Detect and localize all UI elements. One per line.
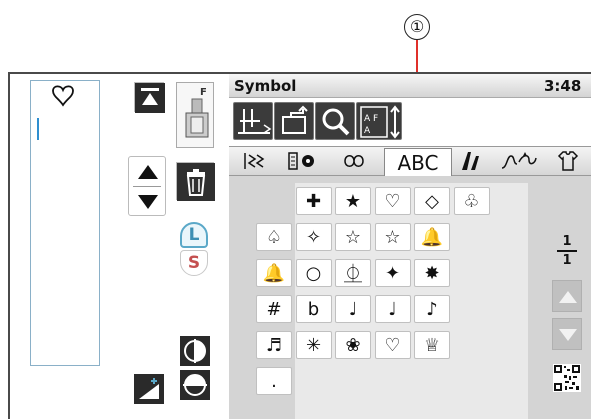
symbol-cell[interactable]: ☆ (374, 223, 411, 251)
top-of-pattern-button[interactable] (134, 82, 165, 113)
character-spacing-button[interactable]: AFA (356, 102, 402, 140)
symbol-cell[interactable]: ✦ (374, 259, 411, 287)
symbol-cell[interactable]: b (295, 295, 332, 323)
symbol-cell[interactable]: ✸ (414, 259, 450, 287)
tab-satin[interactable] (454, 146, 488, 176)
elongation-button[interactable] (134, 374, 164, 404)
page-down-button[interactable] (552, 318, 582, 350)
mirror-horizontal-button[interactable] (180, 370, 210, 400)
zoom-icon (322, 108, 350, 136)
needle-position-icon (238, 109, 272, 134)
symbol-cell[interactable]: ★ (335, 187, 371, 215)
up-down-selector[interactable] (128, 156, 166, 216)
decorative-tab-icon (344, 155, 364, 167)
symbol-cell[interactable]: # (256, 295, 292, 323)
page-up-button[interactable] (552, 280, 582, 312)
clock: 3:48 (544, 77, 582, 95)
mode-title: Symbol (234, 77, 297, 95)
page-current: 1 (562, 234, 572, 249)
text-cursor (37, 118, 39, 140)
delete-button[interactable] (176, 162, 215, 201)
symbol-cell[interactable]: ♡ (374, 331, 411, 359)
needle-position-button[interactable] (233, 102, 273, 140)
page-indicator: 1 1 (555, 234, 579, 268)
page-total: 1 (562, 252, 572, 268)
symbol-cell[interactable]: ○ (295, 259, 332, 287)
symbol-cell[interactable]: ❀ (335, 331, 371, 359)
large-size-button[interactable]: L (180, 222, 208, 248)
symbol-cell[interactable]: ♩ (335, 295, 371, 323)
mirror-vertical-button[interactable] (180, 336, 210, 366)
symbol-cell[interactable]: . (256, 367, 292, 395)
memory-return-icon (282, 105, 308, 134)
chevron-up-icon (559, 291, 577, 303)
applique-tab-icon (501, 152, 537, 169)
symbol-cell[interactable]: ♪ (414, 295, 450, 323)
symbol-cell[interactable]: 🔔 (256, 259, 292, 287)
tab-abc[interactable]: ABC (384, 148, 452, 177)
buttonhole-tab-icon (288, 152, 314, 170)
heart-preview-icon (50, 84, 76, 108)
svg-text:F: F (373, 114, 378, 124)
qr-code-icon[interactable] (553, 364, 581, 392)
garment-tab-icon (557, 151, 579, 171)
symbol-cell[interactable]: ♬ (256, 331, 292, 359)
satin-tab-icon (462, 152, 479, 170)
symbol-cell[interactable]: ♕ (414, 331, 450, 359)
chevron-down-icon (559, 329, 577, 341)
character-spacing-icon: A FA (360, 105, 400, 139)
svg-text:A: A (364, 126, 371, 136)
symbol-cell[interactable]: ✧ (295, 223, 332, 251)
symbol-cell[interactable]: ✚ (295, 187, 332, 215)
symbol-cell[interactable]: ♡ (374, 187, 411, 215)
symbol-cell[interactable]: ☆ (335, 223, 371, 251)
memory-return-button[interactable] (274, 102, 314, 140)
symbol-cell[interactable]: ⏂ (335, 259, 371, 287)
callout-marker: ① (404, 14, 430, 40)
symbol-cell[interactable]: ♤ (256, 223, 292, 251)
symbol-cell[interactable]: ♩ (374, 295, 411, 323)
symbol-cell[interactable]: 🔔 (414, 223, 450, 251)
stitch-tab-icon (244, 153, 265, 169)
tab-applique[interactable] (496, 146, 542, 176)
symbol-cell[interactable]: ✳ (295, 331, 332, 359)
up-arrow-icon[interactable] (129, 157, 167, 217)
zoom-button[interactable] (315, 102, 355, 140)
svg-text:A: A (364, 114, 371, 124)
foot-label: F (200, 87, 207, 98)
symbol-cell[interactable]: ♧ (453, 187, 490, 215)
tab-stitch[interactable] (236, 146, 272, 176)
symbol-cell[interactable]: ◇ (414, 187, 450, 215)
presser-foot-indicator: F (176, 82, 214, 148)
tab-decorative[interactable] (335, 146, 377, 176)
stitch-preview-pane (30, 80, 100, 366)
tab-buttonhole[interactable] (283, 146, 323, 176)
tab-garment[interactable] (548, 146, 588, 176)
